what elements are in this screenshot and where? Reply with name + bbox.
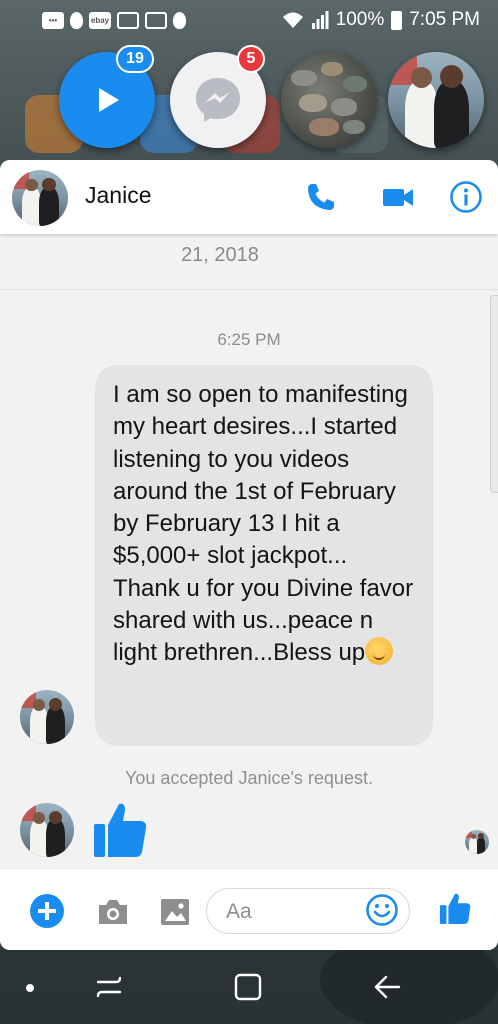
message-timestamp: 6:25 PM xyxy=(217,330,281,349)
nav-dot-icon xyxy=(26,984,34,992)
plus-icon[interactable] xyxy=(29,893,65,929)
ebay-icon: ebay xyxy=(89,11,111,29)
gmail-icon xyxy=(145,11,167,29)
rock-shape xyxy=(343,120,365,134)
thumbs-up-icon[interactable] xyxy=(438,891,472,925)
home-button-icon[interactable] xyxy=(233,972,263,1002)
rock-shape xyxy=(343,76,367,92)
thumbs-up-sticker-icon[interactable] xyxy=(92,800,148,858)
gallery-image-icon[interactable] xyxy=(158,895,192,929)
received-message-bubble[interactable]: I am so open to manifesting my heart des… xyxy=(95,365,433,746)
flame-icon xyxy=(70,11,83,29)
contact-chathead-rocks[interactable] xyxy=(281,52,377,148)
flame-icon xyxy=(173,11,186,29)
contact-chathead-janice[interactable] xyxy=(388,52,484,148)
conversation-header: Janice xyxy=(0,160,498,234)
message-composer: Aa xyxy=(0,868,498,950)
sender-avatar[interactable] xyxy=(20,690,74,744)
read-receipt-avatar xyxy=(465,830,489,854)
battery-percent: 100% xyxy=(335,9,385,30)
emoji-icon[interactable] xyxy=(365,893,399,927)
date-header: 21, 2018 xyxy=(0,234,498,290)
rock-shape xyxy=(291,70,317,86)
message-icon: ••• xyxy=(42,11,64,29)
rock-shape xyxy=(309,118,339,136)
clock: 7:05 PM xyxy=(409,9,480,30)
notification-icons: ••• ebay xyxy=(42,11,186,29)
contact-name[interactable]: Janice xyxy=(85,182,151,209)
wifi-icon xyxy=(282,12,303,28)
date-label: 21, 2018 xyxy=(181,244,259,266)
rock-shape xyxy=(299,94,327,112)
signal-icon xyxy=(311,11,329,29)
rock-shape xyxy=(331,98,357,116)
back-button-icon[interactable] xyxy=(372,972,402,1002)
system-status: 100% 7:05 PM xyxy=(282,9,480,31)
messenger-icon xyxy=(196,78,240,122)
hugging-face-emoji-icon xyxy=(365,637,394,666)
request-accepted-note: You accepted Janice's request. xyxy=(125,768,373,788)
conversation-panel: Janice 21, 2018 6:25 PM I am so open to … xyxy=(0,160,498,950)
rock-shape xyxy=(321,62,343,76)
message-text: I am so open to manifesting my heart des… xyxy=(113,381,414,667)
video-call-icon[interactable] xyxy=(381,180,415,214)
play-icon xyxy=(99,88,119,112)
camera-icon[interactable] xyxy=(96,895,130,929)
phone-call-icon[interactable] xyxy=(304,180,338,214)
contact-avatar[interactable] xyxy=(12,170,68,226)
info-icon[interactable] xyxy=(449,180,483,214)
scroll-handle[interactable] xyxy=(490,295,498,493)
navigation-bar xyxy=(0,950,498,1024)
recent-apps-icon[interactable] xyxy=(94,972,124,1002)
mail-icon xyxy=(117,11,139,29)
battery-icon xyxy=(391,10,403,30)
sender-avatar[interactable] xyxy=(20,803,74,857)
status-bar: ••• ebay 100% 7:05 PM xyxy=(0,0,498,40)
notification-badge: 19 xyxy=(116,45,154,73)
notification-badge: 5 xyxy=(237,45,265,73)
avatar xyxy=(388,52,484,148)
